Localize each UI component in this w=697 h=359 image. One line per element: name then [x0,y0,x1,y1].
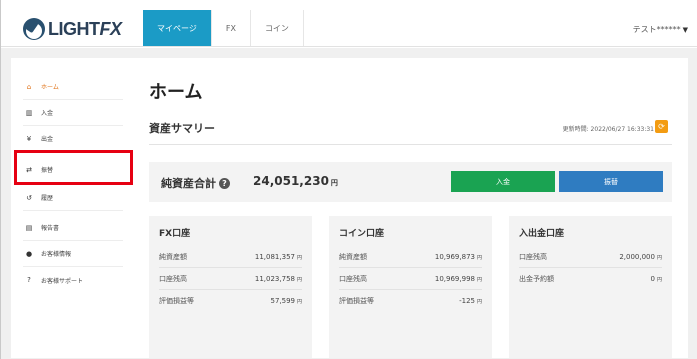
fx-account-card: FX口座 純資産額 11,081,357 円 口座残高 11,023,758 円 評… [149,216,312,358]
transfer-button[interactable]: 振替 [559,171,663,192]
sidebar-item-support[interactable]: ? お客様サポート [23,267,123,293]
table-row: 評価損益等 57,599 円 [159,297,302,305]
table-row: 出金予約額 0円 [519,275,662,283]
help-icon: ? [27,276,31,284]
deposit-button[interactable]: 入金 [451,171,555,192]
sidebar-item-home[interactable]: ⌂ ホーム [23,74,123,100]
total-value: 24,051,230 円 [253,174,338,188]
yen-icon: ¥ [26,134,32,143]
page-title: ホーム [149,82,203,103]
sidebar-item-label: 履歴 [41,195,54,202]
refresh-icon: ⟳ [658,122,665,131]
main-content: ホーム 資産サマリー 更新時間: 2022/06/27 16:33:31 ⟳ 純… [133,58,688,358]
sidebar-item-history[interactable]: ↺ 履歴 [23,185,123,211]
sidebar: ⌂ ホーム ▥ 入金 ¥ 出金 ⇄ 振替 ↺ 履歴 ▤ 報告書 ● お客様情報 … [11,58,133,358]
sidebar-item-label: ホーム [41,84,59,91]
bank-icon: ▥ [25,108,33,117]
table-row: 口座残高 11,023,758 円 [159,268,302,290]
help-icon[interactable]: ? [219,178,230,189]
tab-coin[interactable]: コイン [251,10,304,46]
sidebar-item-report[interactable]: ▤ 報告書 [23,215,123,241]
sidebar-item-customer-info[interactable]: ● お客様情報 [23,241,123,267]
sidebar-item-label: 入金 [41,110,54,117]
logo-text: LIGHTFX [48,18,122,39]
total-label: 純資産合計? [161,175,230,191]
sidebar-item-label: お客様サポート [41,277,84,285]
sidebar-item-label: 報告書 [41,225,60,232]
brand-logo[interactable]: LIGHTFX [23,18,122,40]
card-title: FX口座 [159,229,191,239]
divider [149,144,672,145]
updated-time: 更新時間: 2022/06/27 16:33:31 [562,126,654,133]
refresh-button[interactable]: ⟳ [655,120,668,133]
sidebar-item-label: お客様情報 [41,251,72,258]
report-icon: ▤ [25,223,33,232]
app-frame: LIGHTFX マイページ FX コイン テスト****** ▼ ⌂ ホーム ▥… [0,0,697,359]
card-title: 入出金口座 [519,229,565,239]
logo-mark-icon [23,18,45,40]
sidebar-item-deposit[interactable]: ▥ 入金 [23,100,123,126]
table-row: 評価損益等 -125 円 [339,297,482,305]
sidebar-item-label: 出金 [41,136,54,143]
tab-mypage[interactable]: マイページ [143,10,212,46]
sidebar-item-withdraw[interactable]: ¥ 出金 [23,126,123,152]
card-title: コイン口座 [339,229,385,239]
top-header: LIGHTFX マイページ FX コイン テスト****** ▼ [1,10,697,47]
user-menu[interactable]: テスト****** ▼ [633,24,688,35]
main-nav: マイページ FX コイン [143,10,304,46]
coin-account-card: コイン口座 純資産額 10,969,873 円 口座残高 10,969,998 円 … [329,216,492,358]
tab-fx[interactable]: FX [212,10,251,46]
user-icon: ● [25,249,33,258]
highlight-box [14,150,133,185]
table-row: 口座残高 10,969,998 円 [339,268,482,290]
table-row: 純資産額 11,081,357 円 [159,246,302,268]
table-row: 口座残高 2,000,000 円 [519,246,662,268]
total-assets-box: 純資産合計? 24,051,230 円 入金 振替 [149,162,672,202]
deposit-account-card: 入出金口座 口座残高 2,000,000 円 出金予約額 0円 [509,216,672,358]
caret-down-icon: ▼ [682,25,688,34]
table-row: 純資産額 10,969,873 円 [339,246,482,268]
section-title: 資産サマリー [149,122,215,135]
user-name: テスト****** [632,25,681,34]
history-icon: ↺ [26,193,32,202]
home-icon: ⌂ [26,82,32,91]
